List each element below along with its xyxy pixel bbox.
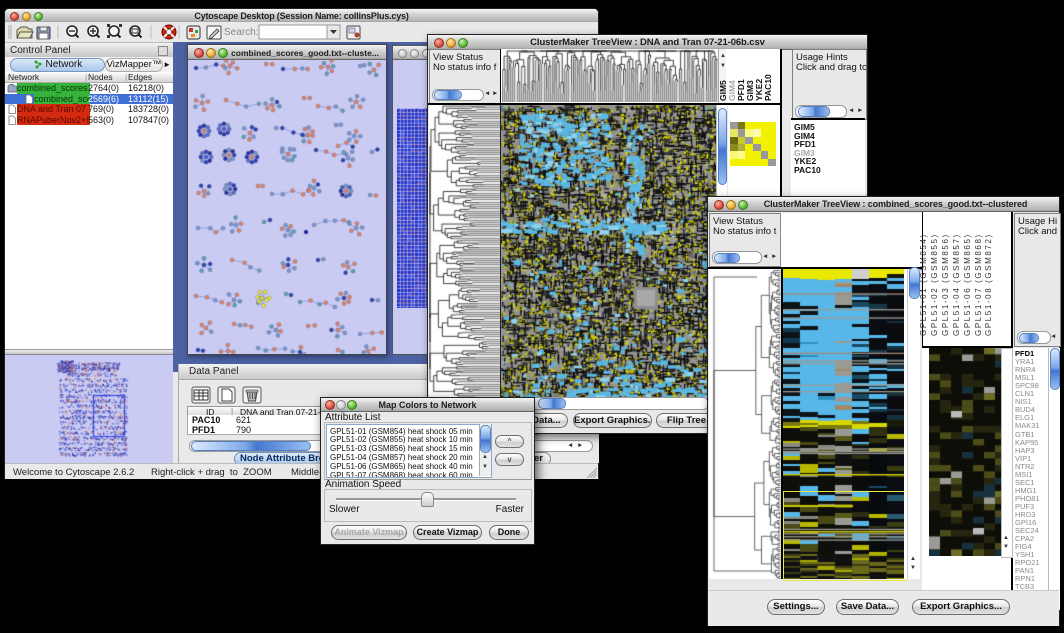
svg-text:Search:: Search: bbox=[224, 27, 258, 38]
